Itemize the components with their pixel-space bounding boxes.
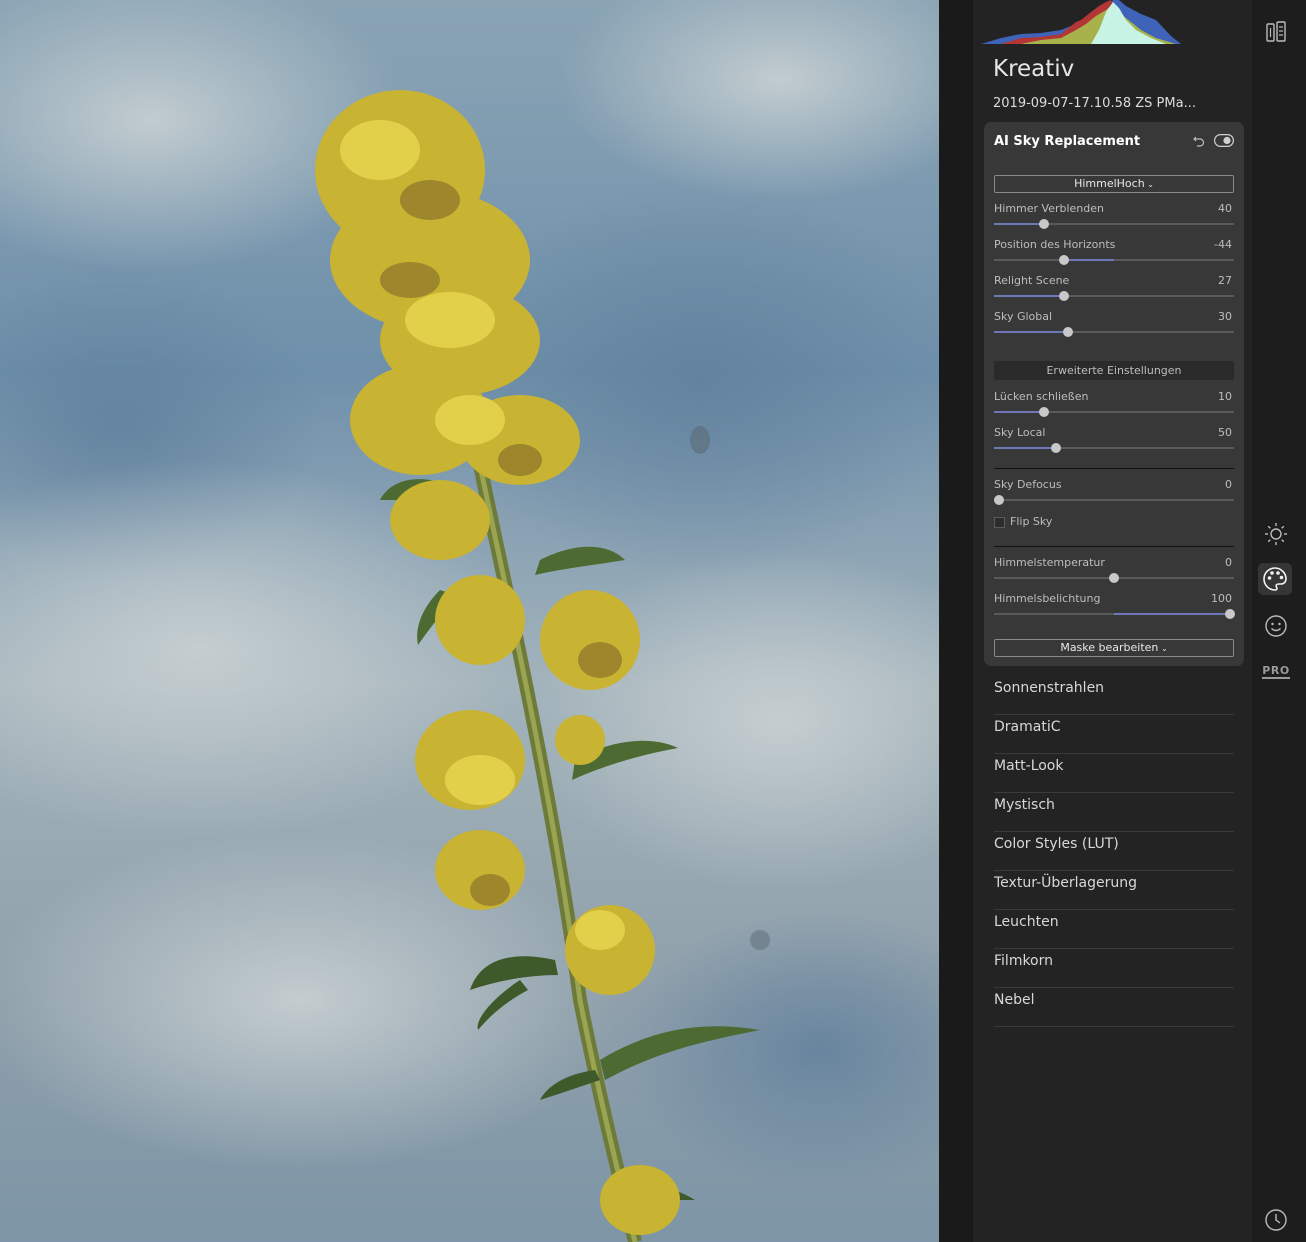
- slider-value: 0: [1225, 556, 1232, 569]
- edit-mask-label: Maske bearbeiten: [1060, 641, 1159, 654]
- slider-value: 0: [1225, 478, 1232, 491]
- slider-thumb[interactable]: [1225, 609, 1236, 619]
- slider-label: Himmelstemperatur: [994, 556, 1105, 569]
- slider-himmelstemperatur[interactable]: Himmelstemperatur 0: [994, 556, 1234, 586]
- palette-icon[interactable]: [1258, 563, 1292, 595]
- photo-canvas[interactable]: [0, 0, 939, 1242]
- slider-label: Sky Global: [994, 310, 1053, 323]
- filter-item-leuchten[interactable]: Leuchten: [994, 910, 1234, 949]
- filter-item-filmkorn[interactable]: Filmkorn: [994, 949, 1234, 988]
- panel-gutter: [939, 0, 973, 1242]
- slider-value: 27: [1218, 274, 1232, 287]
- filter-item-color-styles[interactable]: Color Styles (LUT): [994, 832, 1234, 871]
- slider-value: 30: [1218, 310, 1232, 323]
- pro-label: PRO: [1262, 664, 1290, 679]
- slider-value: 10: [1218, 390, 1232, 403]
- slider-label: Sky Defocus: [994, 478, 1062, 491]
- slider-fill: [994, 411, 1045, 413]
- slider-label: Sky Local: [994, 426, 1046, 439]
- filter-item-matt-look[interactable]: Matt-Look: [994, 754, 1234, 793]
- slider-thumb[interactable]: [1051, 443, 1062, 453]
- slider-track[interactable]: [994, 573, 1234, 583]
- divider: [994, 468, 1234, 469]
- slider-label: Lücken schließen: [994, 390, 1089, 403]
- filter-item-textur-ueberlagerung[interactable]: Textur-Überlagerung: [994, 871, 1234, 910]
- flip-sky-label: Flip Sky: [1010, 515, 1053, 528]
- slider-value: 100: [1211, 592, 1232, 605]
- chevron-down-icon: ⌄: [1144, 180, 1154, 189]
- slider-fill: [1114, 613, 1231, 615]
- slider-thumb[interactable]: [1039, 219, 1050, 229]
- slider-value: 50: [1218, 426, 1232, 439]
- flip-sky-checkbox[interactable]: [994, 517, 1005, 528]
- slider-track[interactable]: [993, 495, 1234, 505]
- ai-sky-replacement-card: AI Sky Replacement HimmelHoch ⌄ Himmer V…: [984, 122, 1244, 666]
- slider-fill: [994, 447, 1057, 449]
- tool-rail: PRO: [1252, 0, 1306, 1242]
- slider-fill: [994, 223, 1045, 225]
- slider-fill: [994, 331, 1069, 333]
- histogram: [981, 0, 1181, 44]
- slider-thumb[interactable]: [1039, 407, 1050, 417]
- history-icon[interactable]: [1262, 1206, 1290, 1234]
- face-icon[interactable]: [1262, 612, 1290, 640]
- slider-sky-global[interactable]: Sky Global 30: [994, 310, 1234, 340]
- slider-thumb[interactable]: [1058, 291, 1069, 301]
- slider-thumb[interactable]: [993, 495, 1004, 505]
- slider-label: Relight Scene: [994, 274, 1070, 287]
- undo-icon[interactable]: [1192, 134, 1206, 148]
- slider-track[interactable]: [994, 609, 1236, 619]
- slider-track[interactable]: [994, 407, 1234, 417]
- file-name: 2019-09-07-17.10.58 ZS PMa...: [993, 96, 1196, 111]
- layers-icon[interactable]: [1262, 18, 1290, 46]
- slider-relight-scene[interactable]: Relight Scene 27: [994, 274, 1234, 304]
- slider-sky-local[interactable]: Sky Local 50: [994, 426, 1234, 456]
- chevron-down-icon: ⌄: [1158, 644, 1168, 653]
- creative-panel: Kreativ 2019-09-07-17.10.58 ZS PMa... AI…: [973, 0, 1252, 1242]
- slider-track[interactable]: [994, 255, 1234, 265]
- filter-item-dramatic[interactable]: DramatiC: [994, 715, 1234, 754]
- edit-mask-dropdown[interactable]: Maske bearbeiten ⌄: [994, 639, 1234, 657]
- sun-icon[interactable]: [1262, 520, 1290, 548]
- slider-thumb[interactable]: [1063, 327, 1074, 337]
- filter-item-nebel[interactable]: Nebel: [994, 988, 1234, 1027]
- panel-title: Kreativ: [993, 56, 1075, 82]
- slider-position-des-horizonts[interactable]: Position des Horizonts -44: [994, 238, 1234, 268]
- card-title: AI Sky Replacement: [994, 134, 1141, 149]
- slider-track[interactable]: [994, 443, 1234, 453]
- slider-label: Himmelsbelichtung: [994, 592, 1101, 605]
- slider-fill: [1063, 259, 1114, 261]
- slider-label: Himmer Verblenden: [994, 202, 1105, 215]
- sky-preset-dropdown[interactable]: HimmelHoch ⌄: [994, 175, 1234, 193]
- slider-luecken-schliessen[interactable]: Lücken schließen 10: [994, 390, 1234, 420]
- slider-sky-defocus[interactable]: Sky Defocus 0: [993, 478, 1234, 508]
- filter-item-sonnenstrahlen[interactable]: Sonnenstrahlen: [994, 676, 1234, 715]
- sky-preset-value: HimmelHoch: [1074, 177, 1145, 190]
- filter-item-mystisch[interactable]: Mystisch: [994, 793, 1234, 832]
- slider-himmer-verblenden[interactable]: Himmer Verblenden 40: [994, 202, 1234, 232]
- slider-track[interactable]: [994, 219, 1234, 229]
- slider-fill: [994, 295, 1064, 297]
- slider-value: 40: [1218, 202, 1232, 215]
- slider-thumb[interactable]: [1109, 573, 1119, 583]
- pro-icon[interactable]: PRO: [1262, 658, 1290, 686]
- divider: [994, 546, 1234, 547]
- slider-himmelsbelichtung[interactable]: Himmelsbelichtung 100: [994, 592, 1236, 622]
- visibility-toggle-icon[interactable]: [1214, 134, 1234, 147]
- slider-thumb[interactable]: [1058, 255, 1069, 265]
- advanced-settings-button[interactable]: Erweiterte Einstellungen: [994, 361, 1234, 380]
- slider-track[interactable]: [994, 327, 1234, 337]
- slider-value: -44: [1214, 238, 1232, 251]
- slider-track[interactable]: [994, 291, 1234, 301]
- slider-label: Position des Horizonts: [994, 238, 1116, 251]
